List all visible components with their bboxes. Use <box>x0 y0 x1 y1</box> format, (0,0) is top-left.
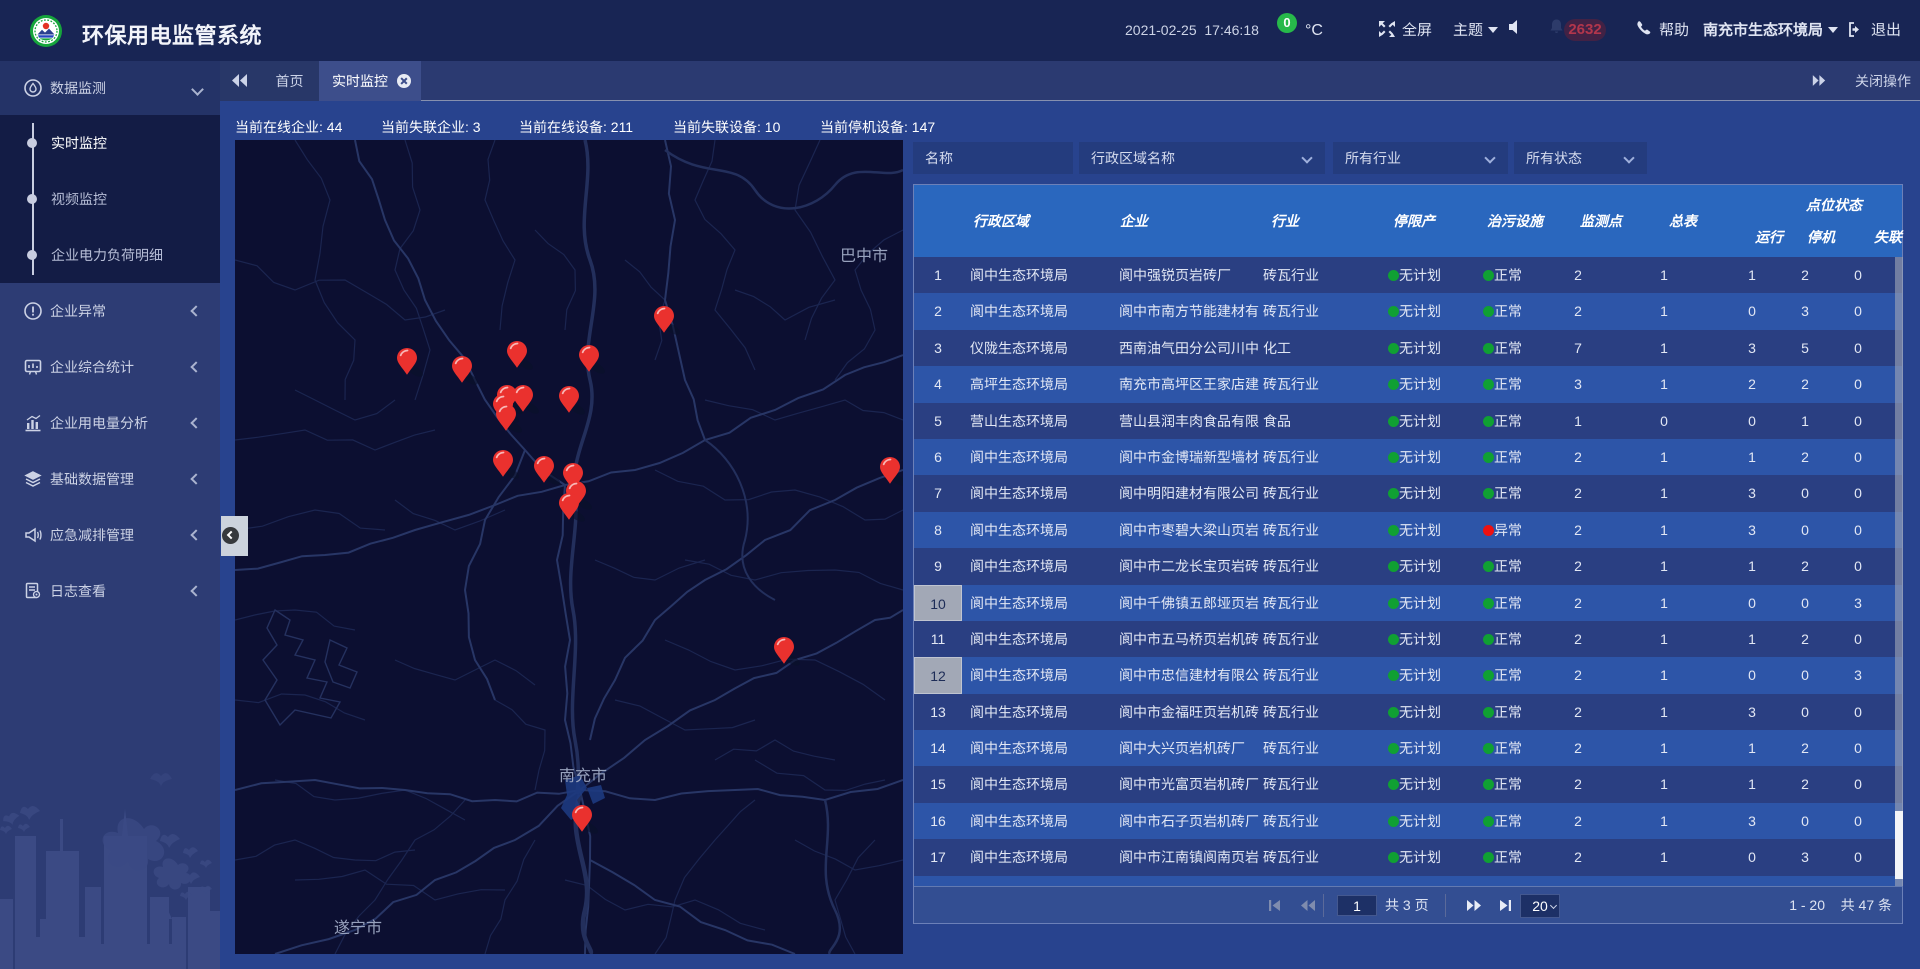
svg-text:南充市: 南充市 <box>559 767 607 785</box>
svg-text:遂宁市: 遂宁市 <box>334 919 382 937</box>
svg-text:巴中市: 巴中市 <box>840 247 888 265</box>
